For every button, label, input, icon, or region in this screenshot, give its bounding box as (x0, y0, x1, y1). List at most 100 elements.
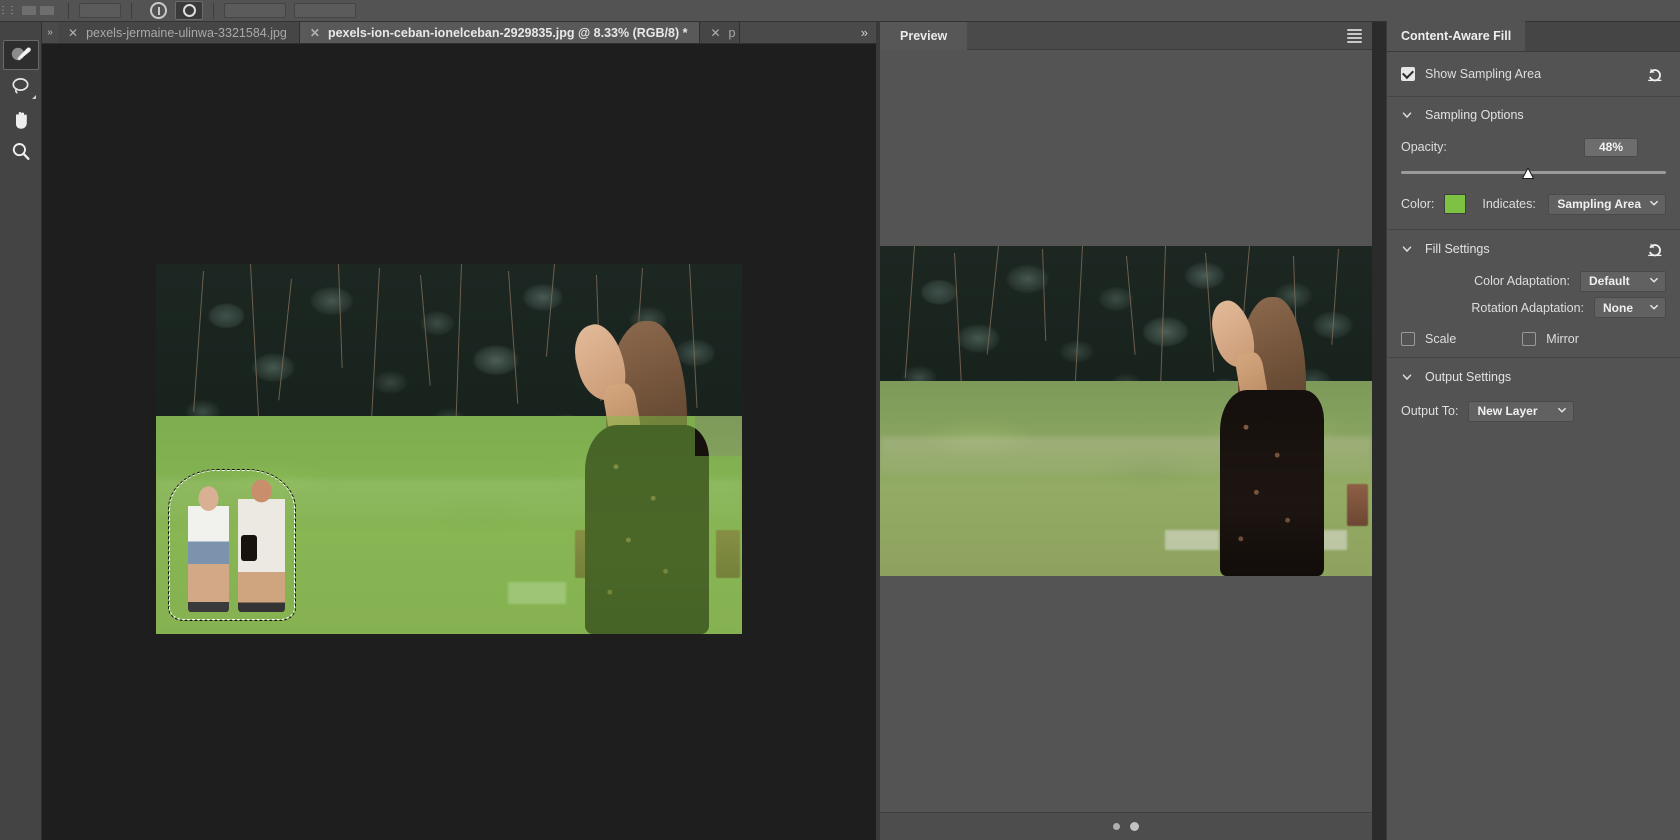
tab-preview[interactable]: Preview (880, 22, 967, 50)
chevron-down-icon (1557, 404, 1567, 418)
opacity-value-field[interactable]: 48% (1584, 138, 1638, 157)
opacity-label: Opacity: (1401, 140, 1447, 154)
document-tab-3[interactable]: ✕ p (700, 22, 740, 43)
options-numeric-field-a[interactable] (224, 3, 286, 18)
magnifier-icon (10, 141, 32, 162)
content-aware-fill-panel: Content-Aware Fill Show Sampling Area (1386, 22, 1680, 840)
options-divider-3 (213, 3, 214, 19)
rotation-adaptation-row: Rotation Adaptation: None (1387, 294, 1680, 321)
preview-panel: Preview (880, 22, 1372, 840)
document-tab-bar: » ✕ pexels-jermaine-ulinwa-3321584.jpg ✕… (42, 22, 876, 44)
close-icon[interactable]: ✕ (710, 27, 720, 39)
fill-settings-title: Fill Settings (1425, 242, 1490, 256)
opacity-slider[interactable] (1401, 167, 1666, 183)
output-to-value: New Layer (1477, 404, 1537, 418)
mirror-label: Mirror (1546, 332, 1579, 346)
preview-image (880, 246, 1372, 576)
chevron-down-icon[interactable] (1401, 109, 1413, 121)
options-numeric-field-b[interactable] (294, 3, 356, 18)
show-sampling-area-row: Show Sampling Area (1387, 52, 1680, 96)
chevron-down-icon[interactable] (1401, 243, 1413, 255)
output-to-row: Output To: New Layer (1387, 396, 1680, 426)
lasso-flyout-indicator[interactable] (32, 95, 36, 99)
chevron-down-icon (1649, 301, 1659, 315)
reset-fill-settings-icon[interactable] (1644, 238, 1666, 260)
color-adaptation-dropdown[interactable]: Default (1580, 271, 1666, 292)
scale-checkbox[interactable] (1401, 332, 1415, 346)
photoshop-window: ⋮⋮ (0, 0, 1680, 840)
rotation-adaptation-dropdown[interactable]: None (1594, 297, 1666, 318)
indicates-label: Indicates: (1482, 197, 1536, 211)
output-settings-title: Output Settings (1425, 370, 1511, 384)
document-image (156, 264, 742, 634)
brush-add-mode-icon[interactable] (150, 2, 167, 19)
opacity-slider-thumb[interactable] (1522, 167, 1535, 180)
hamburger-menu-icon[interactable] (1347, 29, 1362, 43)
brush-size-field[interactable] (79, 3, 121, 18)
document-tab-2-label: pexels-ion-ceban-ionelceban-2929835.jpg … (328, 26, 688, 40)
close-icon[interactable]: ✕ (68, 27, 78, 39)
options-divider-2 (131, 3, 132, 19)
indicates-dropdown-value: Sampling Area (1557, 197, 1641, 211)
document-tab-1[interactable]: ✕ pexels-jermaine-ulinwa-3321584.jpg (58, 22, 300, 43)
show-sampling-area-label: Show Sampling Area (1425, 67, 1541, 81)
tool-preset-chip[interactable] (22, 6, 36, 15)
preview-planter-2 (1347, 484, 1368, 527)
scale-label: Scale (1425, 332, 1456, 346)
sampling-brush-tool[interactable] (3, 40, 39, 70)
fill-settings-header[interactable]: Fill Settings (1387, 230, 1680, 268)
color-indicates-row: Color: Indicates: Sampling Area (1387, 187, 1680, 221)
options-bar-grip[interactable]: ⋮⋮ (0, 0, 14, 22)
chevron-down-icon[interactable] (1401, 371, 1413, 383)
caf-body: Show Sampling Area Sampling Op (1387, 52, 1680, 426)
close-icon[interactable]: ✕ (310, 27, 320, 39)
document-tab-1-label: pexels-jermaine-ulinwa-3321584.jpg (86, 26, 287, 40)
chevron-down-icon (1649, 197, 1659, 211)
caf-tab-row: Content-Aware Fill (1387, 22, 1680, 52)
sampling-area-overlay-lobe (695, 456, 742, 634)
sampling-options-title: Sampling Options (1425, 108, 1524, 122)
document-tab-2[interactable]: ✕ pexels-ion-ceban-ionelceban-2929835.jp… (300, 22, 701, 43)
color-adaptation-label: Color Adaptation: (1474, 274, 1570, 288)
output-to-label: Output To: (1401, 404, 1458, 418)
preview-zoom-controls (880, 812, 1372, 840)
hand-tool[interactable] (3, 104, 39, 134)
tab-overflow-chevron-icon[interactable]: » (853, 22, 876, 43)
preview-subject-woman (1116, 266, 1342, 576)
chevron-down-icon (1649, 274, 1659, 288)
zoom-in-icon[interactable] (1130, 822, 1139, 831)
document-tab-3-label: p (729, 26, 736, 40)
output-settings-header[interactable]: Output Settings (1387, 358, 1680, 396)
tool-preset-chip-2[interactable] (40, 6, 54, 15)
brush-subtract-mode-button[interactable] (175, 1, 203, 20)
tab-bar-grip[interactable]: » (42, 22, 58, 43)
zoom-out-icon[interactable] (1113, 823, 1120, 830)
rotation-adaptation-value: None (1603, 301, 1633, 315)
sampling-color-swatch[interactable] (1444, 194, 1466, 214)
scale-mirror-row: Scale Mirror (1387, 321, 1680, 357)
tab-content-aware-fill[interactable]: Content-Aware Fill (1387, 21, 1525, 51)
show-sampling-area-checkbox[interactable] (1401, 67, 1415, 81)
sampling-options-header[interactable]: Sampling Options (1387, 97, 1680, 133)
tools-panel (0, 22, 42, 840)
options-bar: ⋮⋮ (0, 0, 1680, 22)
color-adaptation-value: Default (1589, 274, 1630, 288)
opacity-row: Opacity: 48% (1387, 133, 1680, 161)
output-to-dropdown[interactable]: New Layer (1468, 401, 1574, 422)
photo-person-left (188, 486, 229, 612)
preview-body[interactable] (880, 50, 1372, 812)
color-label: Color: (1401, 197, 1434, 211)
mirror-checkbox[interactable] (1522, 332, 1536, 346)
reset-sampling-area-icon[interactable] (1644, 63, 1666, 85)
photo-person-right (238, 479, 285, 612)
document-canvas[interactable] (42, 44, 876, 840)
color-adaptation-row: Color Adaptation: Default (1387, 268, 1680, 294)
options-divider-1 (68, 3, 69, 19)
hand-icon (10, 109, 32, 130)
rotation-adaptation-label: Rotation Adaptation: (1471, 301, 1584, 315)
brush-icon (10, 45, 32, 65)
preview-tab-row: Preview (880, 22, 1372, 50)
zoom-tool[interactable] (3, 136, 39, 166)
indicates-dropdown[interactable]: Sampling Area (1548, 194, 1666, 215)
lasso-tool[interactable] (3, 72, 39, 102)
